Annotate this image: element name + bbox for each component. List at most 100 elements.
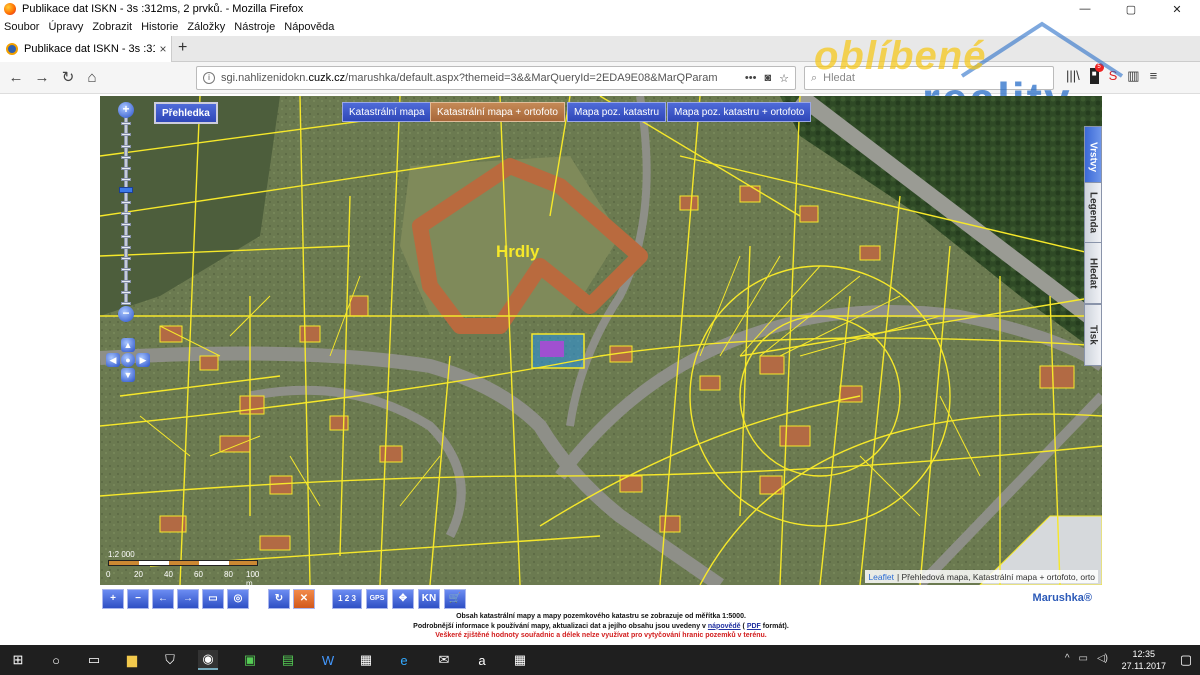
zoom-tick[interactable] [121, 268, 131, 272]
zoom-tick[interactable] [121, 122, 131, 125]
orthophoto-map[interactable] [100, 96, 1102, 585]
side-tab-legenda[interactable]: Legenda [1084, 182, 1102, 244]
menu-zobrazit[interactable]: Zobrazit [92, 21, 132, 33]
zoom-in-button[interactable]: + [118, 102, 134, 118]
layer-button-mapa-poz-katastru[interactable]: Mapa poz. katastru [567, 102, 667, 122]
file-explorer-icon[interactable]: ▆ [122, 650, 142, 670]
library-icon[interactable]: |||\ [1066, 68, 1080, 84]
zoom-tick[interactable] [121, 178, 131, 182]
menu-nastroje[interactable]: Nástroje [234, 21, 275, 33]
bookmark-star-icon[interactable]: ☆ [779, 72, 789, 85]
toolbar-kn-button[interactable]: KN [418, 589, 440, 609]
pan-control[interactable]: ▲ ◀ ● ▶ ▼ [106, 338, 150, 382]
minimize-button[interactable]: — [1062, 0, 1108, 18]
page-actions-icon[interactable]: ••• [745, 72, 757, 85]
zoom-tick[interactable] [121, 200, 131, 204]
toolbar-gps-button[interactable]: GPS [366, 589, 388, 609]
forward-button[interactable]: → [32, 68, 52, 88]
layer-button-katastralni-mapa-ortofoto[interactable]: Katastrální mapa + ortofoto [430, 102, 565, 122]
extension-s-icon[interactable]: S [1109, 68, 1118, 84]
notes-app-icon[interactable]: ▤ [278, 650, 298, 670]
zoom-tick[interactable] [121, 257, 131, 260]
windows-start-icon[interactable]: ⊞ [8, 650, 28, 670]
zoom-tick[interactable] [121, 167, 131, 170]
zoom-tick[interactable] [121, 133, 131, 137]
url-bar[interactable]: i sgi.nahlizenidokn.cuzk.cz/marushka/def… [196, 66, 796, 90]
zoom-tick[interactable] [121, 144, 131, 148]
search-bar[interactable]: ⌕ Hledat [804, 66, 1054, 90]
tray-chevron-icon[interactable]: ^ [1065, 653, 1070, 664]
calendar-icon[interactable]: ▦ [510, 650, 530, 670]
toolbar-cart-icon[interactable]: 🛒 [444, 589, 466, 609]
overview-map-button[interactable]: Přehledka [154, 102, 218, 124]
side-tab-vrstvy[interactable]: Vrstvy [1084, 126, 1102, 188]
menu-soubor[interactable]: Soubor [4, 21, 39, 33]
hamburger-menu-icon[interactable]: ≡ [1150, 68, 1158, 84]
network-icon[interactable]: ▭ [1079, 653, 1088, 664]
toolbar-zoom-in-button[interactable]: + [102, 589, 124, 609]
zoom-track[interactable] [124, 114, 128, 304]
zoom-tick[interactable] [121, 279, 131, 283]
zoom-slider[interactable]: + − [118, 102, 134, 322]
home-button[interactable]: ⌂ [82, 68, 102, 88]
toolbar-previous-view-button[interactable]: ← [152, 589, 174, 609]
toolbar-measure-button[interactable]: 1 2 3 [332, 589, 362, 609]
layer-button-katastralni-mapa[interactable]: Katastrální mapa [342, 102, 432, 122]
leaflet-link[interactable]: Leaflet [868, 572, 894, 582]
map-viewport[interactable]: Hrdly + − ▲ ◀ ● ▶ ▼ Přehledka Katastráln… [100, 96, 1102, 585]
pan-down-icon[interactable]: ▼ [121, 368, 135, 382]
edge-icon[interactable]: e [394, 650, 414, 670]
pan-right-icon[interactable]: ▶ [136, 353, 150, 367]
clock[interactable]: 12:35 27.11.2017 [1122, 648, 1166, 672]
menu-upravy[interactable]: Úpravy [48, 21, 83, 33]
pdf-link[interactable]: PDF [747, 623, 761, 630]
toolbar-zoom-out-button[interactable]: − [127, 589, 149, 609]
zoom-tick[interactable] [121, 212, 131, 215]
zoom-tick[interactable] [121, 290, 131, 294]
maximize-button[interactable]: ▢ [1108, 0, 1154, 18]
search-taskbar-icon[interactable]: ○ [46, 650, 66, 670]
amazon-icon[interactable]: a [472, 650, 492, 670]
site-info-icon[interactable]: i [203, 72, 215, 84]
reload-button[interactable]: ↻ [58, 68, 78, 88]
task-view-icon[interactable]: ▭ [84, 650, 104, 670]
notifications-icon[interactable]: ▢ [1176, 650, 1196, 670]
word-icon[interactable]: W [318, 650, 338, 670]
zoom-level-handle[interactable] [119, 186, 133, 193]
toolbar-locate-button[interactable]: ✥ [392, 589, 414, 609]
help-link[interactable]: nápovědě [708, 623, 741, 630]
pan-center-icon[interactable]: ● [121, 353, 135, 367]
sidebar-icon[interactable]: ▥ [1127, 68, 1139, 84]
toolbar-clear-button[interactable]: ✕ [293, 589, 315, 609]
toolbar-refresh-button[interactable]: ↻ [268, 589, 290, 609]
zoom-tick[interactable] [121, 234, 131, 238]
volume-icon[interactable]: ◁) [1097, 653, 1108, 664]
layer-button-mapa-poz-katastru-ortofoto[interactable]: Mapa poz. katastru + ortofoto [667, 102, 812, 122]
camera-app-icon[interactable]: ▣ [240, 650, 260, 670]
side-tab-tisk[interactable]: Tisk [1084, 304, 1102, 366]
extension-badge-icon[interactable]: ■ 5 [1089, 63, 1104, 84]
pan-left-icon[interactable]: ◀ [106, 353, 120, 367]
back-button[interactable]: ← [6, 68, 26, 88]
store-icon[interactable]: ⛉ [160, 650, 180, 670]
menu-napoveda[interactable]: Nápověda [284, 21, 334, 33]
side-tab-hledat[interactable]: Hledat [1084, 242, 1102, 304]
tab-iskn[interactable]: Publikace dat ISKN - 3s :312ms, × [0, 36, 172, 62]
menu-historie[interactable]: Historie [141, 21, 178, 33]
toolbar-info-button[interactable]: ◎ [227, 589, 249, 609]
toolbar-full-extent-button[interactable]: ▭ [202, 589, 224, 609]
zoom-tick[interactable] [121, 155, 131, 159]
close-window-button[interactable]: ✕ [1154, 0, 1200, 18]
zoom-out-button[interactable]: − [118, 306, 134, 322]
toolbar-next-view-button[interactable]: → [177, 589, 199, 609]
new-tab-button[interactable]: + [178, 39, 187, 57]
pan-up-icon[interactable]: ▲ [121, 338, 135, 352]
zoom-tick[interactable] [121, 302, 131, 305]
zoom-tick[interactable] [121, 245, 131, 249]
firefox-taskbar-icon[interactable]: ◉ [198, 650, 218, 670]
menu-zalozky[interactable]: Záložky [187, 21, 225, 33]
zoom-tick[interactable] [121, 223, 131, 227]
mail-icon[interactable]: ✉ [434, 650, 454, 670]
calculator-icon[interactable]: ▦ [356, 650, 376, 670]
tab-close-icon[interactable]: × [155, 42, 171, 56]
